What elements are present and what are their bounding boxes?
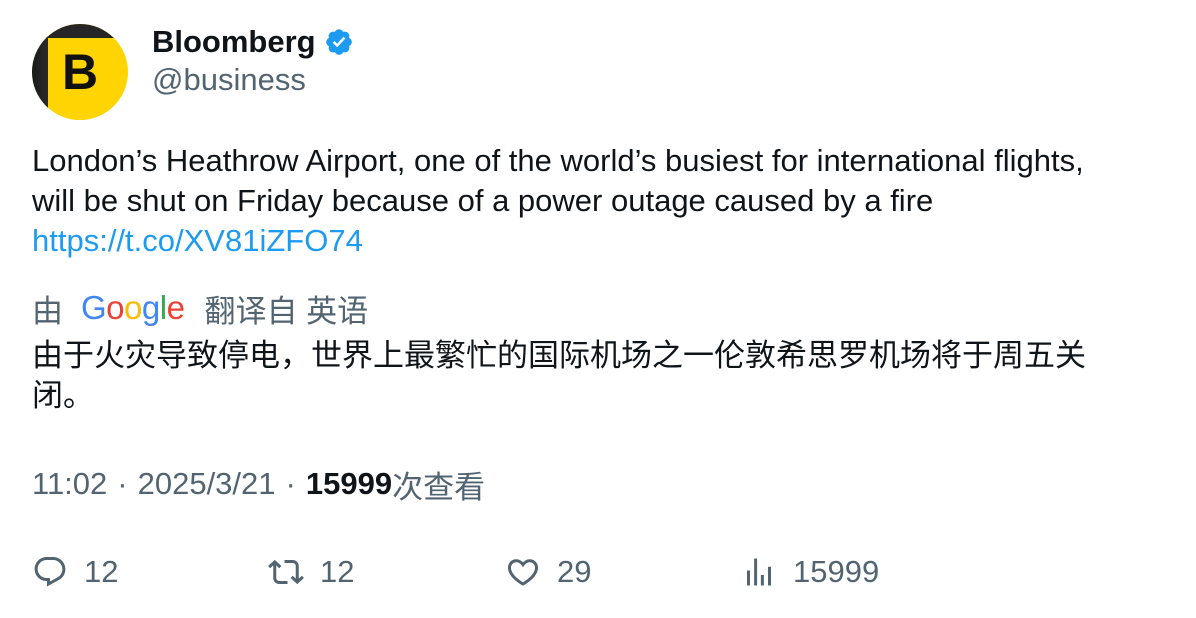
views-count: 15999 (793, 554, 880, 589)
views-button[interactable]: 15999 (741, 552, 879, 592)
translation-suffix: 翻译自 英语 (204, 293, 369, 329)
author-name-row: Bloomberg (152, 22, 354, 62)
reply-button[interactable]: 12 (32, 552, 118, 592)
google-logo-letter: l (159, 289, 167, 326)
avatar-logo-letter: B (61, 44, 99, 100)
reply-icon (34, 557, 66, 587)
retweet-button[interactable]: 12 (268, 552, 354, 592)
view-count: 15999 (305, 466, 393, 501)
tweet-text-line: London’s Heathrow Airport, one of the wo… (32, 143, 1084, 178)
author-handle[interactable]: @business (152, 62, 306, 98)
avatar[interactable]: B (32, 24, 128, 120)
retweet-count: 12 (320, 554, 355, 589)
google-logo[interactable]: G o o g l e (81, 289, 185, 327)
verified-badge-icon[interactable] (324, 27, 354, 57)
translated-text-line: 闭。 (32, 378, 94, 413)
like-button[interactable]: 29 (505, 552, 591, 592)
heart-icon (507, 559, 539, 586)
google-logo-letter: o (124, 289, 142, 326)
tweet-text-line: will be shut on Friday because of a powe… (32, 183, 934, 218)
tweet-meta: 11:02 · 2025/3/21 · 15999 次查看 (32, 464, 486, 505)
google-logo-letter: o (106, 289, 125, 326)
reply-count: 12 (84, 554, 119, 589)
tweet-text: London’s Heathrow Airport, one of the wo… (32, 141, 1152, 261)
view-count-label: 次查看 (392, 469, 486, 505)
tweet-link[interactable]: https://t.co/XV81iZFO74 (32, 221, 1152, 261)
google-logo-letter: g (141, 289, 160, 326)
translated-text: 由于火灾导致停电，世界上最繁忙的国际机场之一伦敦希思罗机场将于周五关 闭。 (32, 336, 1152, 416)
translation-prefix: 由 (32, 293, 63, 329)
google-logo-letter: e (166, 289, 185, 326)
meta-separator: · (285, 466, 296, 501)
analytics-icon (747, 558, 771, 586)
translated-text-line: 由于火灾导致停电，世界上最繁忙的国际机场之一伦敦希思罗机场将于周五关 (32, 338, 1086, 373)
translation-attribution: 由 G o o g l e 翻译自 英语 (32, 288, 369, 329)
google-logo-letter: G (81, 289, 107, 326)
avatar-left-band (32, 24, 48, 120)
tweet-time[interactable]: 11:02 (32, 466, 107, 502)
tweet-date[interactable]: 2025/3/21 (138, 466, 276, 502)
retweet-icon (268, 559, 304, 585)
meta-separator: · (117, 466, 128, 501)
author-display-name[interactable]: Bloomberg (152, 24, 316, 60)
like-count: 29 (557, 554, 592, 589)
